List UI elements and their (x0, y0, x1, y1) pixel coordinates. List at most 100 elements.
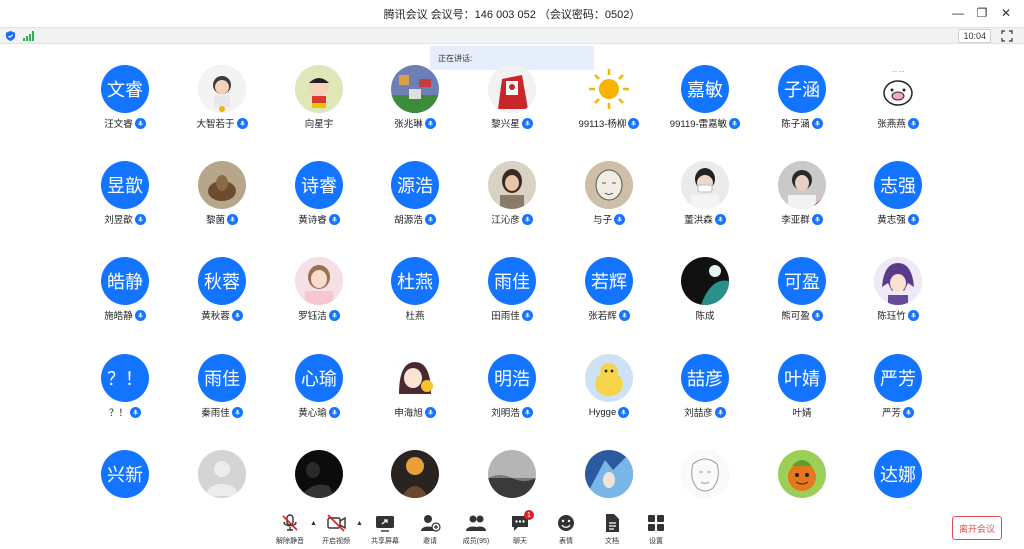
participant-tile[interactable]: 陈珏竹 (850, 257, 946, 337)
participant-tile[interactable]: 明浩 刘明浩 (464, 354, 560, 434)
participant-tile[interactable]: 向星宇 (271, 65, 367, 145)
leave-meeting-button[interactable]: 离开会议 (952, 516, 1002, 540)
window-title: 腾讯会议 会议号：146 003 052 （会议密码：0502） (383, 8, 641, 21)
participant-name: 向星宇 (304, 119, 334, 130)
participant-tile[interactable]: 若辉 张若辉 (561, 257, 657, 337)
participant-tile[interactable]: 叶婧 叶婧 (754, 354, 850, 434)
close-button[interactable]: ✕ (998, 5, 1014, 21)
participant-name-row: Hygge (561, 405, 657, 419)
mic-icon (521, 213, 533, 225)
participant-tile[interactable]: 杜燕 杜燕 (367, 257, 463, 337)
participant-tile[interactable]: 昱歆 刘昱歆 (77, 161, 173, 241)
participant-tile[interactable]: 志强 黄志强 (850, 161, 946, 241)
minimize-button[interactable]: — (950, 5, 966, 21)
participant-tile[interactable]: 严芳 严芳 (850, 354, 946, 434)
participant-tile[interactable]: 陈成 (657, 257, 753, 337)
participant-tile[interactable]: 与子 (561, 161, 657, 241)
participant-tile[interactable]: 张兆琳 (367, 65, 463, 145)
smiley-icon (558, 515, 574, 531)
settings-button[interactable]: 设置 (634, 508, 678, 546)
participant-avatar-silhouette (295, 450, 343, 498)
participant-name: 杜燕 (405, 311, 425, 322)
participant-avatar-orange-character (778, 450, 826, 498)
participant-avatar-cartoon-boy (198, 65, 246, 113)
chat-button[interactable]: 1 聊天 (498, 508, 542, 546)
participant-name: 江沁彦 (491, 215, 520, 226)
signal-icon[interactable] (23, 31, 34, 41)
start-video-label: 开启视频 (322, 538, 350, 545)
participant-tile[interactable]: 江沁彦 (464, 161, 560, 241)
participant-name: 熊可盈 (781, 311, 810, 322)
participant-tile[interactable]: 诗睿 黄诗睿 (271, 161, 367, 241)
participant-name-row: 叶婧 (754, 405, 850, 419)
mic-icon (907, 213, 919, 225)
fullscreen-icon[interactable] (1001, 30, 1013, 42)
members-button[interactable]: 成员(95) (454, 508, 498, 546)
participant-avatar-anime-girl (391, 354, 439, 402)
participant-avatar-girl-photo (488, 161, 536, 209)
participant-avatar: 嘉敏 (681, 65, 729, 113)
participant-tile[interactable]: ··· ··· 张燕燕 (850, 65, 946, 145)
participant-avatar-yellow-duck (585, 354, 633, 402)
mic-icon (521, 309, 533, 321)
participant-name-row: 李亚群 (754, 212, 850, 226)
participant-tile[interactable]: 黎兴星 (464, 65, 560, 145)
participant-tile[interactable]: 可盈 熊可盈 (754, 257, 850, 337)
mic-icon (811, 117, 823, 129)
participant-name: 申海旭 (394, 408, 423, 419)
participant-tile[interactable]: 子涵 陈子涵 (754, 65, 850, 145)
mic-icon (628, 117, 640, 129)
participant-avatar: 皓静 (101, 257, 149, 305)
participant-tile[interactable]: 99113-杨柳 (561, 65, 657, 145)
reactions-button[interactable]: 表情 (544, 508, 588, 546)
video-options-caret[interactable]: ▲ (356, 520, 363, 527)
participant-avatar: 雨佳 (198, 354, 246, 402)
participant-tile[interactable]: 源浩 胡源浩 (367, 161, 463, 241)
unmute-button[interactable]: 解除静音 (268, 508, 312, 546)
participant-tile[interactable]: 罗钰洁 (271, 257, 367, 337)
members-icon (466, 515, 486, 531)
participant-avatar: 子涵 (778, 65, 826, 113)
participant-name: 汪文睿 (104, 119, 133, 130)
participant-tile[interactable]: 李亚群 (754, 161, 850, 241)
participant-tile[interactable]: 雨佳 秦雨佳 (174, 354, 270, 434)
participant-tile[interactable]: 嘉敏 99119-雷嘉敏 (657, 65, 753, 145)
mic-icon (134, 117, 146, 129)
participant-avatar-sun (585, 65, 633, 113)
mic-icon (907, 117, 919, 129)
start-video-button[interactable]: 开启视频 (314, 508, 358, 546)
participant-tile[interactable]: 雨佳 田雨佳 (464, 257, 560, 337)
participant-avatar: 雨佳 (488, 257, 536, 305)
participant-tile[interactable]: Hygge (561, 354, 657, 434)
invite-button[interactable]: 邀请 (408, 508, 452, 546)
participant-tile[interactable]: 心瑜 黄心瑜 (271, 354, 367, 434)
participant-name-row: 杜燕 (367, 308, 463, 322)
participant-avatar-orange-night (391, 450, 439, 498)
participant-name-row: 张若辉 (561, 308, 657, 322)
participant-tile[interactable]: 喆彦 刘喆彦 (657, 354, 753, 434)
participant-tile[interactable]: 文睿 汪文睿 (77, 65, 173, 145)
mic-icon (811, 213, 823, 225)
mic-icon (521, 406, 533, 418)
participant-tile[interactable]: 大智若于 (174, 65, 270, 145)
participant-tile[interactable]: 申海旭 (367, 354, 463, 434)
participant-tile[interactable]: 黎菌 (174, 161, 270, 241)
participant-avatar: 明浩 (488, 354, 536, 402)
participant-name-row: 董洪森 (657, 212, 753, 226)
participant-name-row: 汪文睿 (77, 116, 173, 130)
share-screen-button[interactable]: 共享屏幕 (363, 508, 407, 546)
mic-icon (729, 117, 741, 129)
participant-tile[interactable]: 秋蓉 黄秋蓉 (174, 257, 270, 337)
participant-name-row: 陈子涵 (754, 116, 850, 130)
restore-button[interactable]: ❐ (974, 5, 990, 21)
docs-button[interactable]: 文档 (590, 508, 634, 546)
participant-tile[interactable]: 皓静 施皓静 (77, 257, 173, 337)
mic-icon (227, 213, 238, 225)
participant-tile[interactable]: 董洪森 (657, 161, 753, 241)
participant-name-row: 向星宇 (271, 116, 367, 130)
participant-avatar-blue-anime (585, 450, 633, 498)
chat-label: 聊天 (513, 538, 527, 545)
participant-name: 刘昱歆 (104, 215, 133, 226)
shield-icon[interactable] (6, 31, 15, 41)
participant-tile[interactable]: ？！ ？！ (77, 354, 173, 434)
